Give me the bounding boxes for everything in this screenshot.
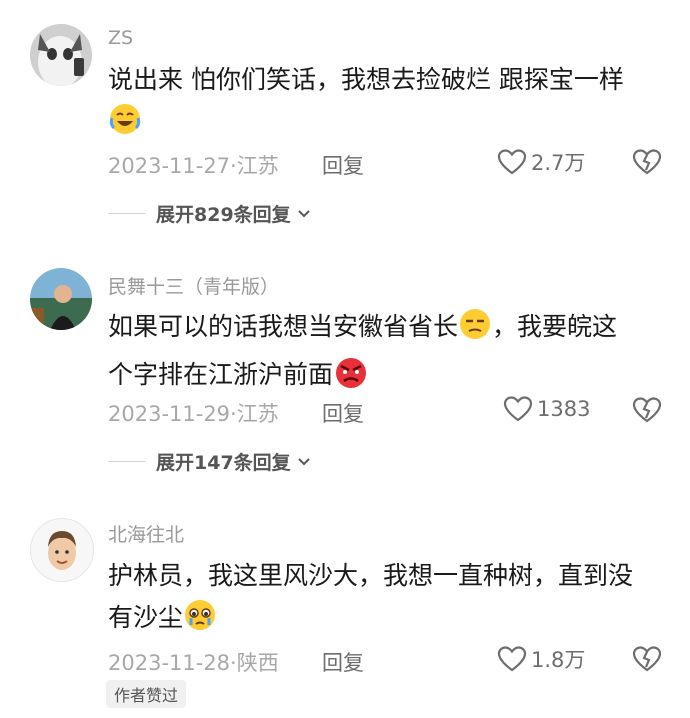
- comment-text-body: 如果可以的话我想当安徽省省长: [108, 312, 459, 341]
- comment-meta: 2023-11-27·江苏: [108, 150, 279, 180]
- chevron-down-icon: [297, 209, 310, 217]
- like-count: 1383: [537, 397, 591, 421]
- chevron-down-icon: [297, 457, 310, 465]
- expand-replies-label: 展开147条回复: [156, 452, 291, 474]
- comment-item: 北海往北 护林员，我这里风沙大，我想一直种树，直到没 有沙尘 2023-11-2…: [0, 500, 690, 718]
- like-button[interactable]: 1.8万: [497, 644, 585, 674]
- comment-date: 2023-11-28: [108, 651, 231, 675]
- comment-item: 民舞十三（青年版） 如果可以的话我想当安徽省省长 ，我要皖这 个字排在江浙沪前面 …: [0, 240, 690, 500]
- reply-button[interactable]: 回复: [322, 150, 364, 180]
- comment-text-body: 护林员，我这里风沙大，我想一直种树，直到没: [108, 561, 634, 590]
- comment-date: 2023-11-29: [108, 402, 231, 426]
- dislike-button[interactable]: [632, 148, 662, 180]
- broken-heart-icon: [632, 646, 662, 672]
- comment-text-body-cont: ，我要皖这: [492, 312, 618, 341]
- smirk-emoji: [458, 307, 492, 354]
- avatar[interactable]: [30, 24, 92, 86]
- broken-heart-icon: [632, 397, 662, 423]
- like-button[interactable]: 1383: [503, 395, 590, 423]
- meta-separator: ·: [230, 651, 237, 675]
- meta-separator: ·: [230, 402, 237, 426]
- comment-text-body-line2: 有沙尘: [108, 603, 184, 632]
- teary-emoji: [183, 598, 217, 645]
- heart-outline-icon: [503, 396, 533, 422]
- like-button[interactable]: 2.7万: [497, 147, 585, 177]
- heart-outline-icon: [497, 646, 527, 672]
- heart-outline-icon: [497, 149, 527, 175]
- divider: [108, 461, 146, 462]
- comment-location: 江苏: [236, 154, 279, 178]
- comment-text-body: 说出来 怕你们笑话，我想去捡破烂 跟探宝一样: [108, 65, 624, 94]
- comment-text-body-line2: 个字排在江浙沪前面: [108, 360, 334, 389]
- comment-text: 护林员，我这里风沙大，我想一直种树，直到没 有沙尘: [108, 555, 668, 645]
- expand-replies-button[interactable]: 展开147条回复: [108, 448, 313, 475]
- expand-replies-label: 展开829条回复: [156, 204, 291, 226]
- expand-replies-button[interactable]: 展开829条回复: [108, 200, 313, 227]
- username[interactable]: 北海往北: [108, 520, 184, 547]
- broken-heart-icon: [632, 149, 662, 175]
- username[interactable]: ZS: [108, 27, 133, 49]
- dislike-button[interactable]: [632, 645, 662, 677]
- like-count: 2.7万: [531, 151, 586, 175]
- meta-separator: ·: [230, 154, 237, 178]
- divider: [108, 213, 146, 214]
- angry-emoji: [333, 355, 369, 402]
- username[interactable]: 民舞十三（青年版）: [108, 272, 279, 299]
- dog-avatar-image: [30, 24, 92, 86]
- person-avatar-image: [30, 268, 92, 330]
- avatar[interactable]: [30, 268, 92, 330]
- reply-button[interactable]: 回复: [322, 647, 364, 677]
- comment-text: 如果可以的话我想当安徽省省长 ，我要皖这 个字排在江浙沪前面: [108, 306, 668, 402]
- laughing-crying-emoji: [108, 102, 142, 149]
- comment-item: ZS 说出来 怕你们笑话，我想去捡破烂 跟探宝一样 2023-11-27·江苏 …: [0, 0, 690, 240]
- like-count: 1.8万: [531, 648, 586, 672]
- avatar[interactable]: [30, 518, 94, 582]
- comment-date: 2023-11-27: [108, 154, 231, 178]
- reply-button[interactable]: 回复: [322, 398, 364, 428]
- author-liked-badge: 作者赞过: [106, 680, 187, 708]
- comment-text: 说出来 怕你们笑话，我想去捡破烂 跟探宝一样: [108, 59, 668, 149]
- dislike-button[interactable]: [632, 396, 662, 428]
- memoji-avatar-image: [31, 519, 93, 581]
- comment-meta: 2023-11-29·江苏: [108, 398, 279, 428]
- comment-location: 江苏: [236, 402, 279, 426]
- comment-meta: 2023-11-28·陕西: [108, 647, 279, 677]
- comment-location: 陕西: [236, 651, 279, 675]
